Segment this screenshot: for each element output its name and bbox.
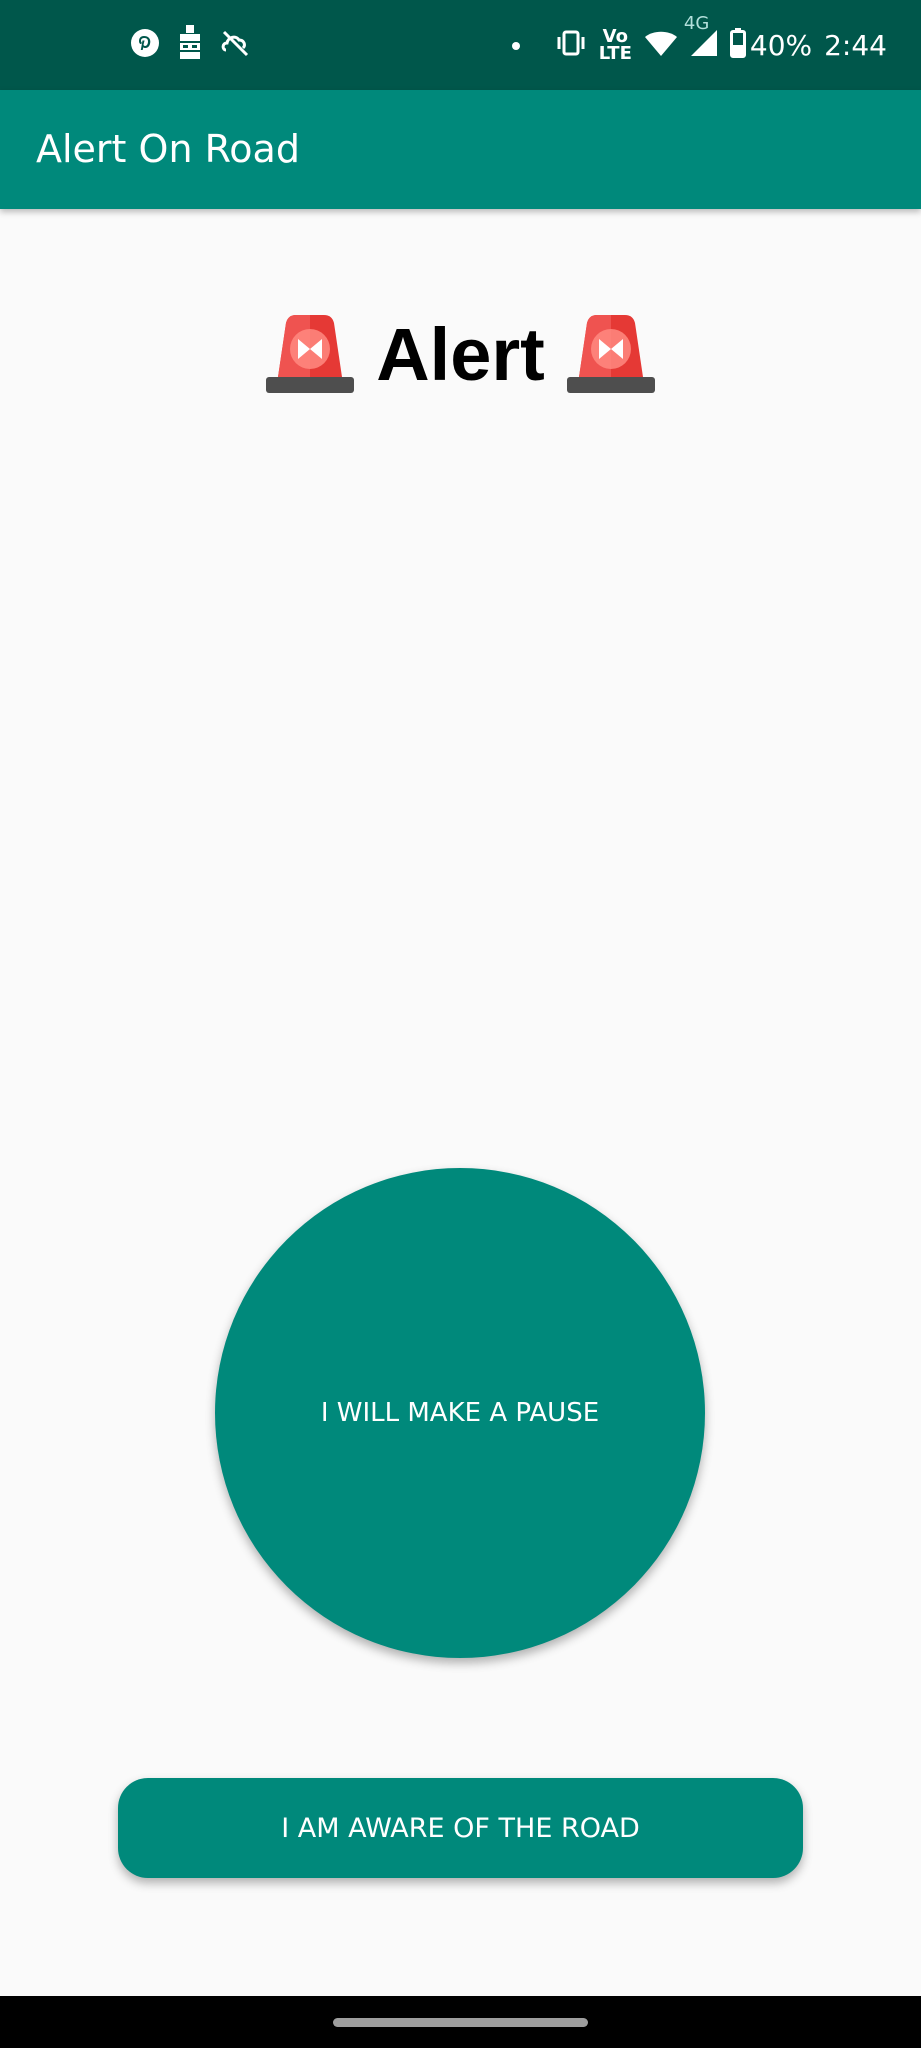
status-bar: Vo LTE 4G 40% 2:44 [0, 0, 921, 90]
pause-button[interactable]: I WILL MAKE A PAUSE [215, 1168, 705, 1658]
volte-bottom-label: LTE [598, 43, 632, 64]
sync-off-icon [220, 28, 250, 62]
police-siren-icon [566, 313, 655, 397]
vibrate-icon [555, 30, 587, 60]
battery-percent: 40% [749, 28, 813, 62]
app-bar: Alert On Road [0, 90, 921, 209]
pinterest-icon [130, 28, 160, 62]
volte-icon: Vo LTE [598, 28, 632, 64]
status-bar-left [130, 24, 250, 66]
aware-of-road-button[interactable]: I AM AWARE OF THE ROAD [118, 1778, 803, 1878]
app-title: Alert On Road [36, 127, 300, 171]
home-indicator[interactable] [333, 2018, 588, 2027]
signal-icon: 4G [684, 13, 718, 61]
alert-title: Alert [376, 313, 545, 396]
notification-app-icon [178, 25, 202, 65]
wifi-icon [644, 29, 678, 61]
police-siren-icon [266, 313, 355, 397]
battery-icon [729, 28, 746, 62]
navigation-bar [0, 1996, 921, 2048]
network-type-label: 4G [683, 13, 710, 34]
clock: 2:44 [824, 28, 887, 62]
dot-icon [511, 36, 521, 55]
alert-heading-row: Alert [0, 310, 921, 400]
status-bar-right: Vo LTE 4G 40% 2:44 [511, 13, 887, 66]
